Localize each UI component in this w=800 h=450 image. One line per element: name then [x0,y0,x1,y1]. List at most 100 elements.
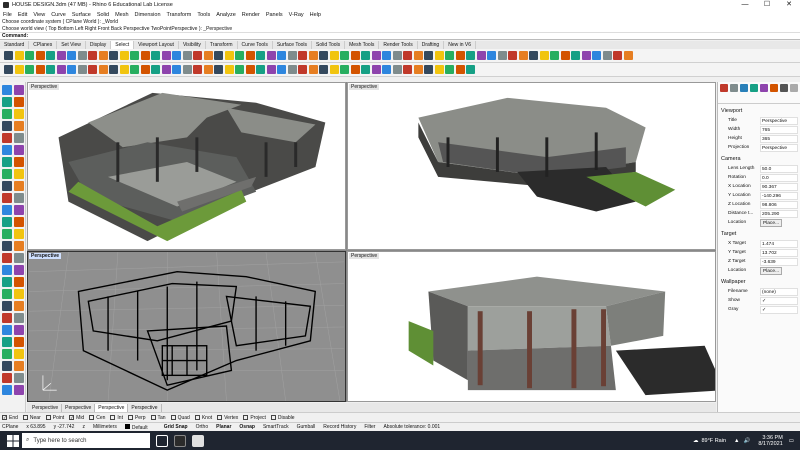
toolbar-tool-icon[interactable] [445,65,454,74]
toolbar-tool-icon[interactable] [392,51,402,60]
toolbar-tool-icon[interactable] [413,65,423,74]
toolbar-tool-icon[interactable] [602,51,612,60]
toolbar-tool-icon[interactable] [424,65,433,74]
menu-panels[interactable]: Panels [266,12,283,18]
toolbar-tool-icon[interactable] [298,51,307,60]
taskbar-search[interactable]: ⌕ Type here to search [22,433,150,448]
toolbar-tool-icon[interactable] [193,65,202,74]
left-tool-icon[interactable] [14,217,24,227]
wallpaper-value[interactable]: ✓ [760,305,798,314]
tab-solid-tools[interactable]: Solid Tools [312,41,346,49]
toolbar-tool-icon[interactable] [329,51,339,60]
toolbar-tool-icon[interactable] [529,51,538,60]
tab-select[interactable]: Select [111,41,135,49]
left-tool-icon[interactable] [14,313,24,323]
left-tool-icon[interactable] [2,337,12,347]
viewport-label[interactable]: Perspective [349,253,380,259]
tab-transform[interactable]: Transform [206,41,238,49]
left-tool-icon[interactable] [2,205,12,215]
left-tool-icon[interactable] [2,229,12,239]
left-tool-icon[interactable] [2,253,12,263]
osnap-option[interactable]: Tan [150,415,166,421]
toolbar-tool-icon[interactable] [4,51,13,60]
toolbar-tool-icon[interactable] [109,65,118,74]
toolbar-tool-icon[interactable] [25,51,34,60]
toolbar-tool-icon[interactable] [382,51,391,60]
toolbar-tool-icon[interactable] [245,51,255,60]
toolbar-tool-icon[interactable] [392,65,402,74]
toolbar-tool-icon[interactable] [266,51,276,60]
left-tool-icon[interactable] [2,313,12,323]
camera-place-button[interactable]: Place... [760,218,782,227]
left-tool-icon[interactable] [14,361,24,371]
grid-snap-toggle[interactable]: Grid Snap [164,424,188,430]
toolbar-tool-icon[interactable] [214,51,223,60]
rhino-taskbar-icon[interactable] [174,434,186,447]
record-history-toggle[interactable]: Record History [323,424,356,430]
smarttrack-toggle[interactable]: SmartTrack [263,424,289,430]
camera-value[interactable]: -140.296 [760,191,798,200]
osnap-checkbox[interactable]: ✓ [69,415,75,420]
left-tool-icon[interactable] [2,133,12,143]
left-tool-icon[interactable] [2,109,12,119]
left-tool-icon[interactable] [14,181,24,191]
toolbar-tool-icon[interactable] [434,51,444,60]
toolbar-tool-icon[interactable] [508,51,517,60]
left-tool-icon[interactable] [2,193,12,203]
osnap-checkbox[interactable] [45,415,51,420]
toolbar-tool-icon[interactable] [592,51,601,60]
tab-mesh-tools[interactable]: Mesh Tools [345,41,380,49]
menu-mesh[interactable]: Mesh [115,12,128,18]
left-tool-icon[interactable] [2,217,12,227]
osnap-checkbox[interactable] [110,415,116,420]
left-tool-icon[interactable] [2,325,12,335]
tab-standard[interactable]: Standard [0,41,30,49]
camera-value[interactable]: 90.367 [760,182,798,191]
close-button[interactable]: ✕ [778,0,800,10]
left-tool-icon[interactable] [14,385,24,395]
osnap-option[interactable]: Near [22,415,41,421]
maximize-button[interactable]: ☐ [756,0,778,10]
toolbar-tool-icon[interactable] [88,65,97,74]
material-icon[interactable] [730,84,738,92]
toolbar-tool-icon[interactable] [487,51,496,60]
left-tool-icon[interactable] [14,193,24,203]
left-tool-icon[interactable] [2,241,12,251]
toolbar-tool-icon[interactable] [319,65,328,74]
toolbar-tool-icon[interactable] [182,51,192,60]
toolbar-tool-icon[interactable] [214,65,223,74]
toolbar-tool-icon[interactable] [140,65,150,74]
osnap-option[interactable]: ✓ End [2,415,18,421]
left-tool-icon[interactable] [2,145,12,155]
toolbar-tool-icon[interactable] [151,65,160,74]
menu-view[interactable]: View [33,12,45,18]
left-tool-icon[interactable] [14,145,24,155]
menu-solid[interactable]: Solid [97,12,109,18]
menu-file[interactable]: File [3,12,12,18]
toolbar-tool-icon[interactable] [277,65,286,74]
tab-display[interactable]: Display [86,41,112,49]
toolbar-tool-icon[interactable] [4,65,13,74]
osnap-checkbox[interactable] [89,415,95,420]
toolbar-tool-icon[interactable] [161,51,171,60]
toolbar-tool-icon[interactable] [67,51,76,60]
target-value[interactable]: -3.639 [760,257,798,266]
left-tool-icon[interactable] [2,265,12,275]
toolbar-tool-icon[interactable] [560,51,570,60]
toolbar-tool-icon[interactable] [203,65,213,74]
viewport-tab[interactable]: Perspective [29,403,63,412]
left-tool-icon[interactable] [14,85,24,95]
app-taskbar-icon[interactable] [192,434,204,447]
left-tool-icon[interactable] [2,181,12,191]
toolbar-tool-icon[interactable] [382,65,391,74]
left-tool-icon[interactable] [14,97,24,107]
osnap-option[interactable]: Disable [270,415,295,421]
osnap-option[interactable]: Perp [127,415,146,421]
clock[interactable]: 3:36 PM 8/17/2021 [758,435,782,447]
viewport-top-left[interactable]: Perspective [27,82,346,250]
toolbar-tool-icon[interactable] [130,51,139,60]
menu-analyze[interactable]: Analyze [216,12,236,18]
osnap-option[interactable]: Cen [89,415,105,421]
camera-value[interactable]: 0.0 [760,173,798,182]
toolbar-tool-icon[interactable] [623,51,633,60]
